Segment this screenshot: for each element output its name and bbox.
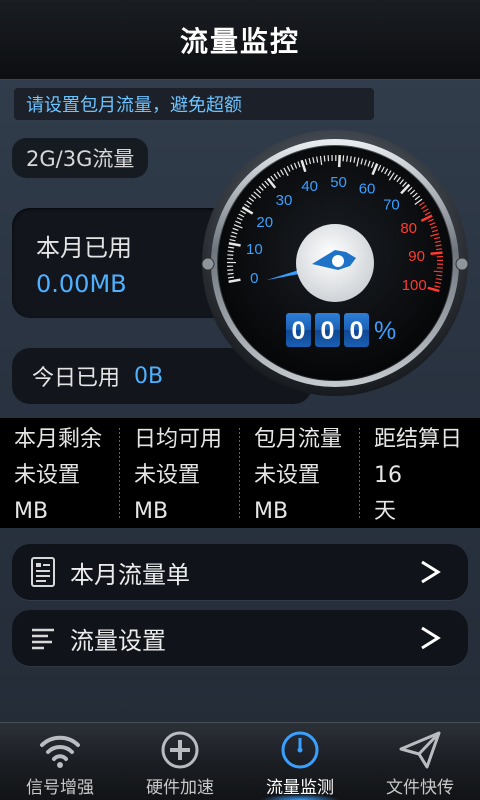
tab-hardware-accel[interactable]: 硬件加速 <box>120 723 240 800</box>
gauge-scale-label: 100 <box>402 277 427 294</box>
gauge-percent-sign: % <box>374 317 396 345</box>
gauge-scale-label: 90 <box>408 248 425 265</box>
traffic-settings-label: 流量设置 <box>70 626 166 655</box>
gauge-digit: 0 <box>350 317 364 345</box>
tab-traffic-monitor[interactable]: 流量监测 <box>240 723 360 800</box>
stat-unit: MB <box>14 499 49 524</box>
chevron-right-icon <box>421 560 441 584</box>
gauge-minor-tick <box>436 248 443 251</box>
month-used-value: 0.00MB <box>36 270 127 298</box>
stat-label: 日均可用 <box>134 427 223 452</box>
settings-list-icon <box>32 628 54 650</box>
traffic-gauge: 010203040 50 60708090100 0 0 0 % <box>201 130 469 396</box>
gauge-scale-label: 80 <box>400 220 417 237</box>
gauge-scale-label: 50 <box>330 174 347 191</box>
plus-circle-icon <box>161 731 199 769</box>
stat-unit: MB <box>254 499 289 524</box>
today-used-label: 今日已用 <box>32 366 121 391</box>
month-used-label: 本月已用 <box>36 234 132 262</box>
gauge-scale-label: 70 <box>383 197 400 214</box>
clock-icon <box>281 731 319 769</box>
tab-file-transfer[interactable]: 文件快传 <box>360 723 480 800</box>
gauge-minor-tick <box>227 276 235 279</box>
traffic-settings-button[interactable]: 流量设置 <box>12 610 468 666</box>
gauge-scale-label: 30 <box>276 192 293 209</box>
gauge-minor-tick <box>346 155 349 162</box>
gauge-scale-label: 40 <box>301 178 318 195</box>
title-bar: 流量监控 <box>0 0 480 80</box>
stat-daily-available: 日均可用 未设置 MB <box>120 418 240 528</box>
gauge-scale-label: 0 <box>250 270 258 287</box>
gauge-major-tick <box>430 251 443 256</box>
tab-signal-boost[interactable]: 信号增强 <box>0 723 120 800</box>
gauge-scale-label: 20 <box>256 214 273 231</box>
today-used-value: 0B <box>134 363 164 389</box>
screw-left-icon <box>201 257 215 271</box>
stat-unit: 天 <box>374 499 397 524</box>
gauge-scale-label: 10 <box>246 241 263 258</box>
gauge-digit: 0 <box>321 317 335 345</box>
send-icon <box>399 731 441 769</box>
screw-right-icon <box>455 257 469 271</box>
gauge-minor-tick <box>323 155 326 162</box>
gauge-minor-tick <box>433 270 443 273</box>
gauge-major-tick <box>337 155 341 168</box>
stat-monthly-plan: 包月流量 未设置 MB <box>240 418 360 528</box>
gauge-scale-label: 60 <box>359 181 376 198</box>
tab-label: 硬件加速 <box>146 778 214 798</box>
chevron-right-icon <box>421 626 441 650</box>
gauge-digit: 0 <box>292 317 306 345</box>
document-icon <box>31 557 55 587</box>
gauge-minor-tick <box>436 274 443 277</box>
page-title: 流量监控 <box>179 24 300 58</box>
bottom-tab-bar: 信号增强 硬件加速 流量监测 文件快传 <box>0 722 480 800</box>
stat-value: 未设置 <box>14 463 81 488</box>
stat-value: 16 <box>374 463 402 488</box>
tab-label: 文件快传 <box>386 778 454 798</box>
monthly-bill-button[interactable]: 本月流量单 <box>12 544 468 600</box>
stat-label: 包月流量 <box>254 427 343 452</box>
gauge-hub-cap <box>332 255 344 267</box>
stat-value: 未设置 <box>254 463 321 488</box>
tab-label: 流量监测 <box>266 778 334 798</box>
network-type-label: 2G/3G流量 <box>12 138 149 178</box>
gauge-minor-tick <box>227 272 234 275</box>
wifi-signal-icon <box>40 735 80 768</box>
monthly-quota-notice[interactable]: 请设置包月流量，避免超额 <box>14 88 374 120</box>
gauge-minor-tick <box>227 250 234 253</box>
stat-label: 距结算日 <box>374 427 463 452</box>
stat-days-to-billing: 距结算日 16 天 <box>360 418 480 528</box>
stat-unit: MB <box>134 499 169 524</box>
stat-label: 本月剩余 <box>14 427 103 452</box>
monthly-bill-label: 本月流量单 <box>70 560 190 589</box>
tab-label: 信号增强 <box>26 778 94 798</box>
stat-value: 未设置 <box>134 463 201 488</box>
traffic-stats-bar: 本月剩余 未设置 MB 日均可用 未设置 MB 包月流量 未设置 MB 距结算日… <box>0 418 480 528</box>
stat-month-remaining: 本月剩余 未设置 MB <box>0 418 120 528</box>
